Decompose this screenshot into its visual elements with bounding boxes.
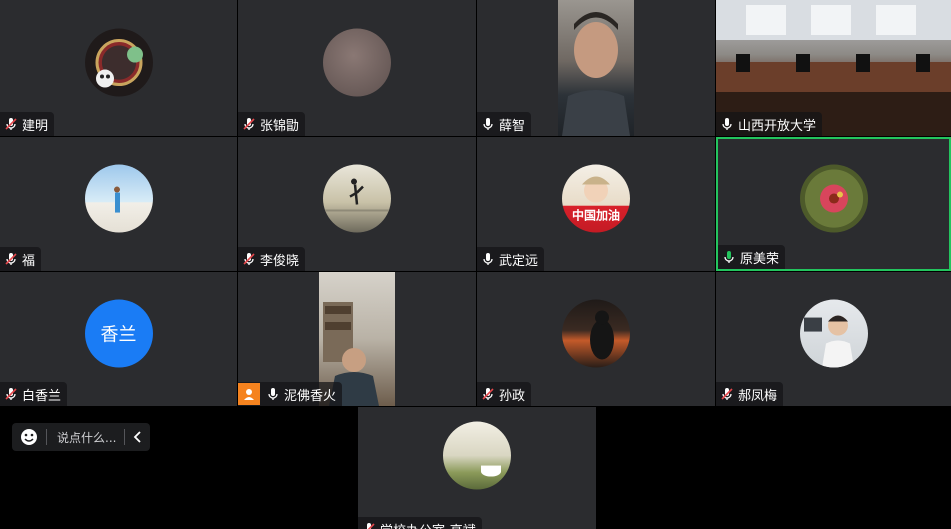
- mic-speaking-icon: [724, 251, 734, 263]
- avatar: [323, 28, 391, 97]
- participant-name-tag: 薛智: [477, 112, 532, 136]
- avatar: 中国加油: [562, 164, 630, 233]
- participant-tile-8[interactable]: 原美荣: [716, 137, 951, 271]
- participant-tile-5[interactable]: 福: [0, 137, 237, 271]
- avatar: [799, 299, 868, 368]
- mic-muted-icon: [243, 118, 255, 130]
- chat-input-bar[interactable]: 说点什么...: [12, 423, 150, 451]
- mic-muted-icon: [243, 253, 255, 265]
- participant-name: 张锦勖: [260, 118, 300, 134]
- participant-name-tag: 泥佛香火: [238, 382, 343, 406]
- participant-name-tag: 建明: [0, 112, 55, 136]
- participant-name: 建明: [22, 118, 49, 134]
- participant-name-tag: 孙政: [477, 382, 532, 406]
- avatar: [799, 164, 868, 233]
- participant-name: 武定远: [499, 253, 539, 269]
- mic-muted-icon: [5, 118, 17, 130]
- mic-icon: [483, 118, 493, 130]
- avatar: [84, 164, 153, 233]
- participant-name: 孙政: [499, 388, 526, 404]
- participant-name-tag: 李俊晓: [238, 247, 306, 271]
- participant-tile-2[interactable]: 张锦勖: [238, 0, 476, 136]
- mic-muted-icon: [721, 388, 733, 400]
- avatar: 香兰: [84, 299, 153, 368]
- participant-tile-13[interactable]: 学校办公室-高斌: [358, 407, 596, 529]
- participant-name: 学校办公室-高斌: [380, 520, 476, 529]
- participant-name-tag: 原美荣: [718, 245, 786, 269]
- mic-muted-icon: [5, 388, 17, 400]
- mic-muted-icon: [5, 253, 17, 265]
- divider: [46, 429, 47, 445]
- avatar-initials: 香兰: [100, 324, 137, 346]
- participant-name: 福: [22, 253, 36, 269]
- participant-video: [558, 0, 634, 136]
- participant-name-tag: 张锦勖: [238, 112, 306, 136]
- participant-tile-10[interactable]: 泥佛香火: [238, 272, 476, 406]
- participant-tile-6[interactable]: 李俊晓: [238, 137, 476, 271]
- avatar: [443, 421, 511, 490]
- avatar: [84, 28, 153, 97]
- participant-name-tag: 郝凤梅: [716, 382, 784, 406]
- participant-tile-12[interactable]: 郝凤梅: [716, 272, 951, 406]
- participant-name-tag: 白香兰: [0, 382, 68, 406]
- participant-name: 郝凤梅: [738, 388, 778, 404]
- participant-name: 白香兰: [22, 388, 62, 404]
- participant-name: 泥佛香火: [284, 388, 337, 404]
- chat-placeholder[interactable]: 说点什么...: [57, 429, 116, 446]
- mic-icon: [268, 388, 278, 400]
- mic-icon: [722, 118, 732, 130]
- participant-tile-11[interactable]: 孙政: [477, 272, 715, 406]
- avatar: [562, 299, 630, 368]
- avatar: [323, 164, 391, 233]
- avatar-banner-text: 中国加油: [571, 208, 620, 223]
- chevron-left-icon[interactable]: [133, 431, 143, 443]
- participant-name-tag: 福: [0, 247, 42, 271]
- mic-icon: [483, 253, 493, 265]
- mic-muted-icon: [482, 388, 494, 400]
- participant-tile-3[interactable]: 薛智: [477, 0, 715, 136]
- mic-muted-icon: [365, 523, 375, 529]
- participant-tile-4[interactable]: 山西开放大学: [716, 0, 951, 136]
- emoji-icon[interactable]: [20, 428, 38, 446]
- participant-name: 山西开放大学: [738, 118, 817, 134]
- participant-name-tag: 山西开放大学: [716, 112, 823, 136]
- participant-tile-9[interactable]: 香兰 白香兰: [0, 272, 237, 406]
- participant-name: 原美荣: [740, 251, 780, 267]
- divider: [124, 429, 126, 445]
- participant-name: 薛智: [499, 118, 526, 134]
- participant-name: 李俊晓: [260, 253, 300, 269]
- participant-name-tag: 武定远: [477, 247, 545, 271]
- person-icon: [244, 389, 254, 400]
- participant-name-tag: 学校办公室-高斌: [358, 517, 482, 529]
- participant-tile-1[interactable]: 建明: [0, 0, 237, 136]
- camera-on-badge: [238, 383, 260, 405]
- participant-tile-7[interactable]: 中国加油 武定远: [477, 137, 715, 271]
